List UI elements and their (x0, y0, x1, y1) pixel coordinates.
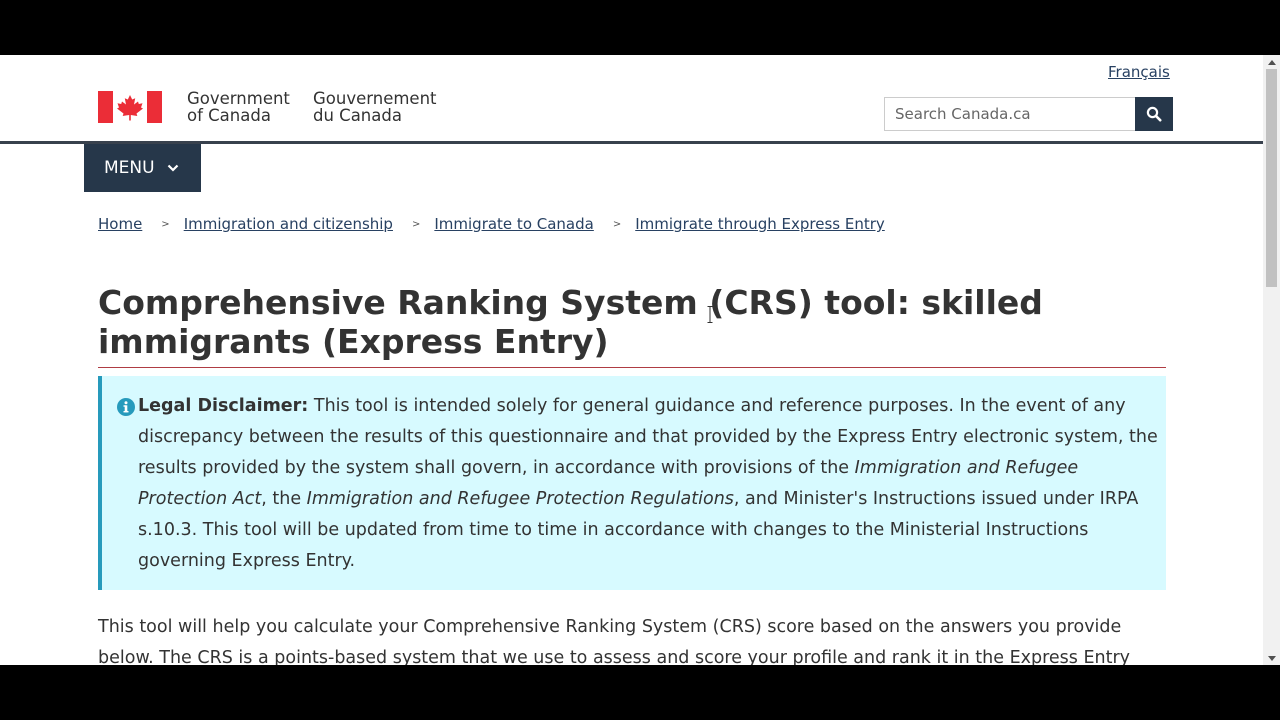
chevron-down-icon (167, 164, 179, 172)
breadcrumb-immigration-citizenship[interactable]: Immigration and citizenship (184, 215, 393, 233)
title-underline (98, 367, 1166, 368)
legal-disclaimer-alert: Legal Disclaimer: This tool is intended … (98, 376, 1166, 590)
intro-paragraph: This tool will help you calculate your C… (98, 617, 1131, 665)
menu-button[interactable]: MENU (84, 144, 201, 192)
scroll-down-arrow-icon[interactable] (1263, 651, 1280, 665)
breadcrumb-immigrate-to-canada[interactable]: Immigrate to Canada (434, 215, 593, 233)
browser-viewport: Français Government of Canada Gouverneme… (0, 55, 1280, 665)
info-icon (117, 398, 135, 416)
page-content: Français Government of Canada Gouverneme… (0, 55, 1263, 665)
regulations-title: Immigration and Refugee Protection Regul… (306, 489, 734, 509)
scrollbar-thumb[interactable] (1266, 69, 1277, 287)
page-title: Comprehensive Ranking System (CRS) tool:… (98, 283, 1043, 361)
scroll-up-arrow-icon[interactable] (1263, 55, 1280, 69)
search-bar (884, 97, 1173, 131)
search-input[interactable] (884, 97, 1135, 131)
disclaimer-text: Legal Disclaimer: This tool is intended … (138, 396, 1158, 571)
magnifier-icon (1146, 106, 1162, 122)
language-toggle-link[interactable]: Français (1108, 63, 1170, 81)
menu-label: MENU (104, 158, 155, 178)
breadcrumb-separator: > (161, 218, 170, 230)
canada-flag-icon (98, 91, 162, 123)
breadcrumb-home[interactable]: Home (98, 215, 142, 233)
breadcrumb-separator: > (612, 218, 622, 230)
breadcrumb: Home > Immigration and citizenship > Imm… (98, 215, 885, 233)
signature-french: Gouvernement du Canada (313, 89, 437, 125)
signature-english: Government of Canada (187, 89, 290, 125)
search-button[interactable] (1135, 97, 1173, 131)
breadcrumb-express-entry[interactable]: Immigrate through Express Entry (635, 215, 885, 233)
vertical-scrollbar[interactable] (1263, 55, 1280, 665)
text-cursor-icon (707, 306, 713, 323)
breadcrumb-separator: > (411, 218, 421, 230)
disclaimer-label: Legal Disclaimer: (138, 396, 309, 416)
